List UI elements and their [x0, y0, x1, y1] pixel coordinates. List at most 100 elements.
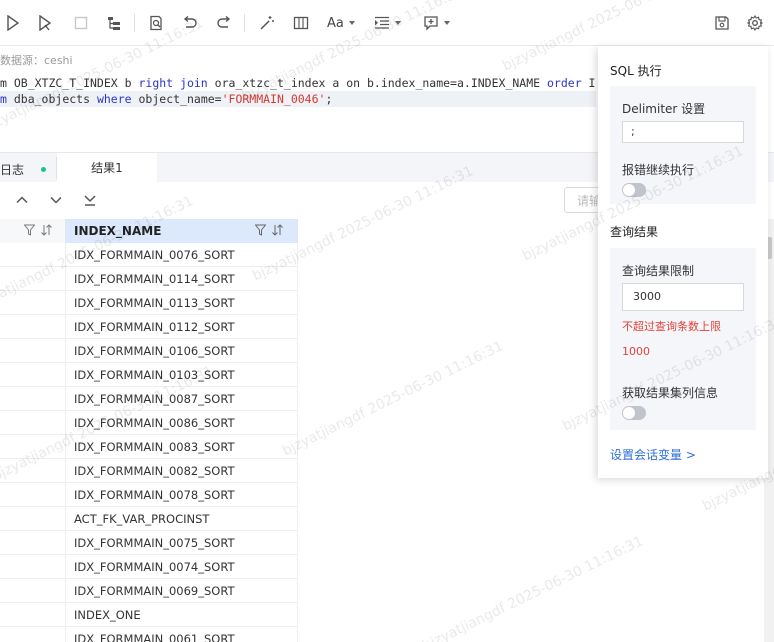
chevron-down-icon[interactable] — [49, 193, 63, 207]
table-cell-prev[interactable] — [0, 459, 66, 483]
snippet-dropdown[interactable] — [423, 14, 450, 32]
undo-button[interactable] — [182, 14, 198, 32]
table-cell-index-name[interactable]: IDX_FORMMAIN_0069_SORT — [66, 579, 298, 603]
table-row[interactable]: IDX_FORMMAIN_0076_SORT — [0, 243, 298, 267]
table-row[interactable]: IDX_FORMMAIN_0075_SORT — [0, 531, 298, 555]
table-row[interactable]: INDEX_ONE — [0, 603, 298, 627]
table-row[interactable]: IDX_FORMMAIN_0078_SORT — [0, 483, 298, 507]
columns-icon — [293, 16, 309, 30]
settings-panel: SQL 执行 Delimiter 设置 ; 报错继续执行 查询结果 查询结果限制… — [598, 46, 768, 478]
table-row[interactable]: IDX_FORMMAIN_0114_SORT — [0, 267, 298, 291]
table-cell-prev[interactable] — [0, 531, 66, 555]
table-row[interactable]: IDX_FORMMAIN_0106_SORT — [0, 339, 298, 363]
table-row[interactable]: IDX_FORMMAIN_0112_SORT — [0, 315, 298, 339]
sort-icon[interactable] — [41, 224, 52, 236]
font-size-dropdown[interactable]: Aa — [327, 14, 355, 32]
run-button[interactable] — [6, 14, 20, 32]
table-cell-index-name[interactable]: IDX_FORMMAIN_0112_SORT — [66, 315, 298, 339]
status-dot — [41, 167, 46, 172]
tab-result-1[interactable]: 结果1 — [57, 153, 157, 183]
code-keyword: order — [547, 76, 582, 90]
filter-icon[interactable] — [255, 224, 266, 236]
column-header-prev[interactable] — [0, 219, 66, 243]
undo-icon — [183, 16, 197, 28]
save-button[interactable] — [714, 14, 730, 32]
table-cell-prev[interactable] — [0, 387, 66, 411]
table-cell-index-name[interactable]: IDX_FORMMAIN_0083_SORT — [66, 435, 298, 459]
redo-button[interactable] — [216, 14, 232, 32]
table-cell-index-name[interactable]: IDX_FORMMAIN_0076_SORT — [66, 243, 298, 267]
beautify-button[interactable] — [259, 14, 275, 32]
table-cell-prev[interactable] — [0, 339, 66, 363]
table-row[interactable]: IDX_FORMMAIN_0086_SORT — [0, 411, 298, 435]
tab-log[interactable]: 日志 — [0, 161, 24, 178]
table-cell-index-name[interactable]: IDX_FORMMAIN_0074_SORT — [66, 555, 298, 579]
table-cell-index-name[interactable]: IDX_FORMMAIN_0103_SORT — [66, 363, 298, 387]
table-row[interactable]: IDX_FORMMAIN_0069_SORT — [0, 579, 298, 603]
code-text: ; — [325, 92, 333, 106]
table-cell-prev[interactable] — [0, 315, 66, 339]
table-row[interactable]: IDX_FORMMAIN_0074_SORT — [0, 555, 298, 579]
table-cell-prev[interactable] — [0, 627, 66, 642]
table-row[interactable]: IDX_FORMMAIN_0082_SORT — [0, 459, 298, 483]
table-cell-index-name[interactable]: IDX_FORMMAIN_0106_SORT — [66, 339, 298, 363]
code-text: m OB_XTZC_T_INDEX b — [0, 76, 139, 90]
table-cell-prev[interactable] — [0, 603, 66, 627]
table-cell-index-name[interactable]: IDX_FORMMAIN_0086_SORT — [66, 411, 298, 435]
table-cell-prev[interactable] — [0, 291, 66, 315]
delimiter-input[interactable]: ; — [622, 121, 744, 143]
document-search-icon — [150, 15, 162, 31]
toolbar-divider — [244, 14, 245, 32]
settings-button[interactable] — [747, 14, 763, 32]
format-button[interactable] — [148, 14, 164, 32]
save-icon — [715, 16, 729, 30]
datasource-label: 数据源：ceshi — [0, 54, 73, 67]
table-cell-prev[interactable] — [0, 411, 66, 435]
filter-icon[interactable] — [24, 224, 35, 236]
result-limit-input[interactable]: 3000 — [622, 283, 744, 311]
continue-on-error-toggle[interactable] — [622, 183, 646, 197]
watermark-text: bjzyatjiangdf 2025-06-30 11:16:31 — [420, 533, 646, 642]
table-cell-index-name[interactable]: IDX_FORMMAIN_0114_SORT — [66, 267, 298, 291]
scroll-bottom-icon[interactable] — [83, 193, 97, 207]
table-cell-prev[interactable] — [0, 579, 66, 603]
run-selected-button[interactable] — [38, 14, 52, 32]
table-cell-index-name[interactable]: IDX_FORMMAIN_0082_SORT — [66, 459, 298, 483]
code-keyword: right join — [138, 76, 208, 90]
table-cell-prev[interactable] — [0, 483, 66, 507]
table-row[interactable]: IDX_FORMMAIN_0103_SORT — [0, 363, 298, 387]
table-cell-index-name[interactable]: INDEX_ONE — [66, 603, 298, 627]
panel-toggle-button[interactable] — [293, 14, 309, 32]
table-cell-index-name[interactable]: IDX_FORMMAIN_0078_SORT — [66, 483, 298, 507]
table-cell-prev[interactable] — [0, 435, 66, 459]
table-row[interactable]: IDX_FORMMAIN_0087_SORT — [0, 387, 298, 411]
chevron-down-icon — [444, 21, 450, 25]
indent-dropdown[interactable] — [374, 14, 401, 32]
query-result-section: 查询结果限制 3000 不超过查询条数上限 1000 获取结果集列信息 — [610, 248, 756, 430]
column-info-toggle[interactable] — [622, 406, 646, 420]
table-cell-prev[interactable] — [0, 267, 66, 291]
code-string: 'FORMMAIN_0046' — [221, 92, 326, 106]
stop-button[interactable] — [74, 14, 88, 32]
table-row[interactable]: ACT_FK_VAR_PROCINST — [0, 507, 298, 531]
table-cell-index-name[interactable]: IDX_FORMMAIN_0087_SORT — [66, 387, 298, 411]
table-cell-prev[interactable] — [0, 363, 66, 387]
table-row[interactable]: IDX_FORMMAIN_0113_SORT — [0, 291, 298, 315]
table-row[interactable]: IDX_FORMMAIN_0061_SORT — [0, 627, 298, 642]
watermark-text: bjzyatjiangdf 2025-06-30 11:16:31 — [280, 338, 506, 460]
table-cell-index-name[interactable]: ACT_FK_VAR_PROCINST — [66, 507, 298, 531]
table-cell-index-name[interactable]: IDX_FORMMAIN_0061_SORT — [66, 627, 298, 642]
chevron-up-icon[interactable] — [15, 193, 29, 207]
table-cell-prev[interactable] — [0, 243, 66, 267]
explain-button[interactable] — [106, 14, 122, 32]
table-body: IDX_FORMMAIN_0076_SORT IDX_FORMMAIN_0114_… — [0, 243, 298, 642]
table-cell-index-name[interactable]: IDX_FORMMAIN_0113_SORT — [66, 291, 298, 315]
table-cell-prev[interactable] — [0, 555, 66, 579]
column-header-index-name[interactable]: INDEX_NAME — [66, 219, 298, 243]
sort-icon[interactable] — [272, 224, 283, 236]
table-cell-index-name[interactable]: IDX_FORMMAIN_0075_SORT — [66, 531, 298, 555]
table-cell-prev[interactable] — [0, 507, 66, 531]
session-vars-link[interactable]: 设置会话变量 > — [610, 446, 696, 463]
table-row[interactable]: IDX_FORMMAIN_0083_SORT — [0, 435, 298, 459]
code-keyword: where — [96, 92, 132, 106]
